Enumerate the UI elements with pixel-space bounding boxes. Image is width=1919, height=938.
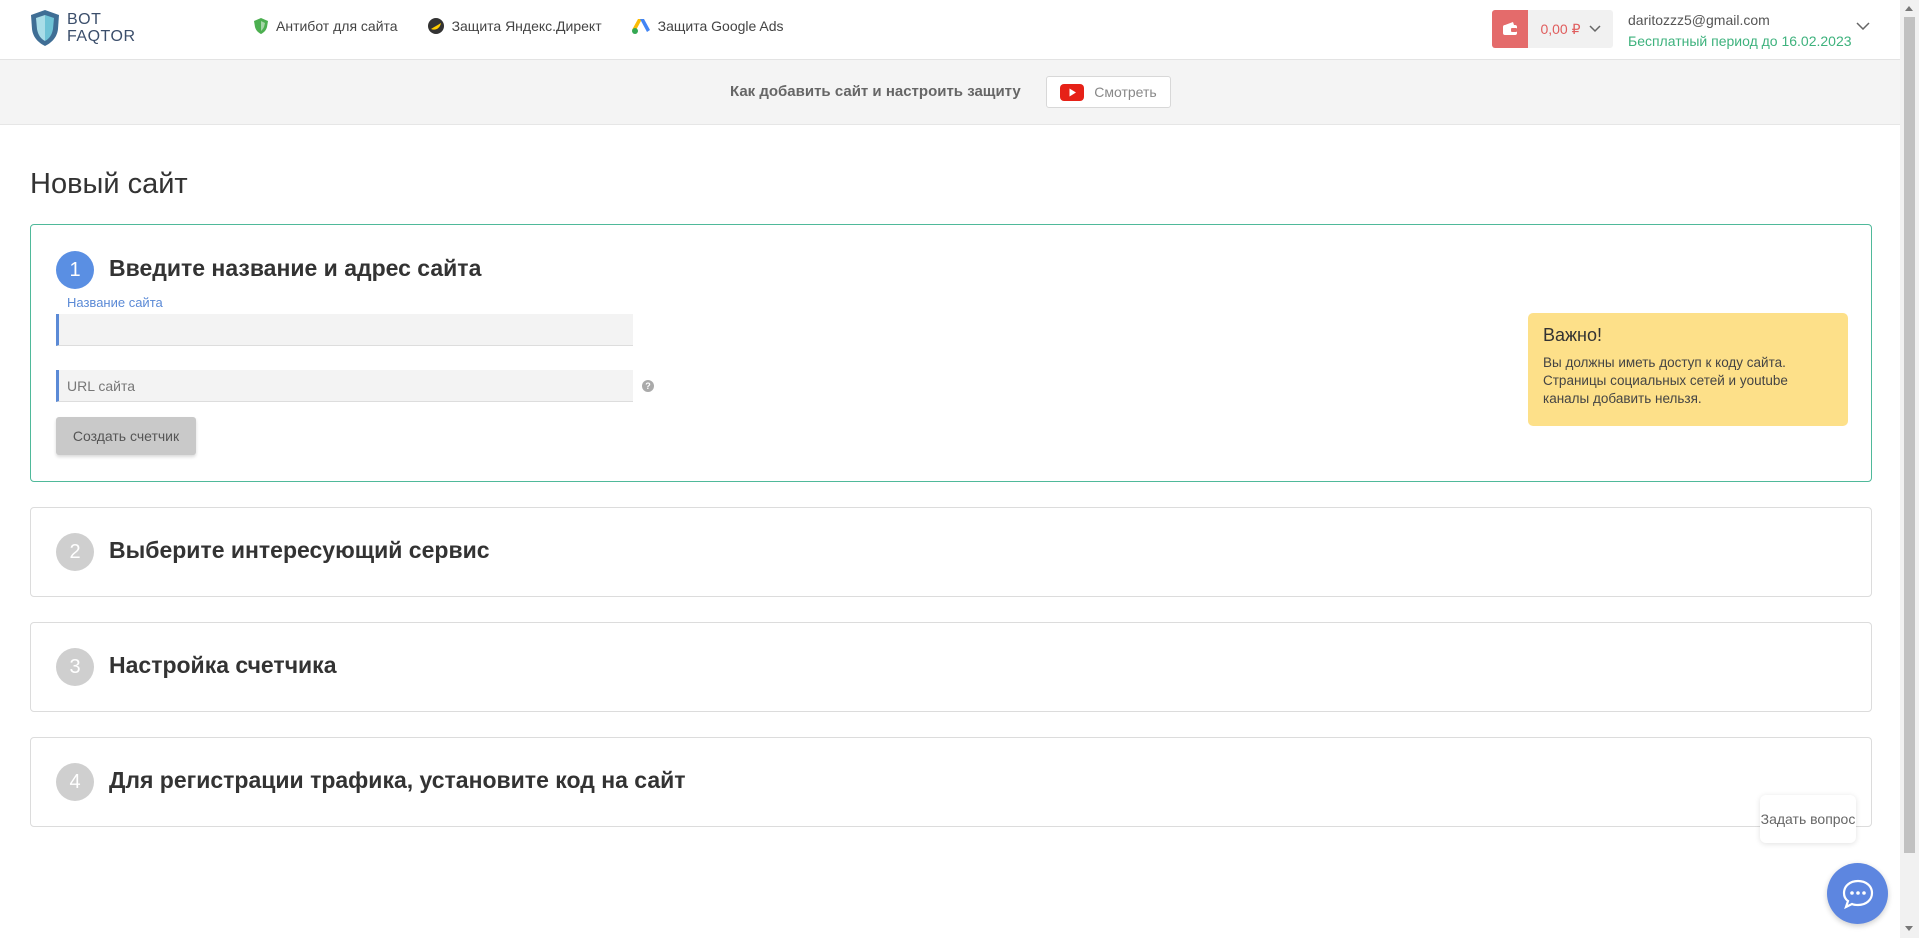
scroll-down-arrow[interactable]: [1905, 926, 1913, 931]
page-title: Новый сайт: [30, 168, 188, 200]
top-header: BOT FAQTOR Антибот для сайта Защита Янде…: [0, 0, 1900, 60]
step-4-title: Для регистрации трафика, установите код …: [109, 767, 686, 793]
logo-line2: FAQTOR: [67, 28, 136, 45]
site-url-input[interactable]: [56, 370, 633, 402]
account-email: daritozzz5@gmail.com: [1628, 12, 1770, 28]
chevron-down-icon: [1588, 25, 1601, 33]
page-scrollbar[interactable]: [1900, 0, 1919, 938]
step-2-card[interactable]: 2 Выберите интересующий сервис: [30, 507, 1872, 597]
step-3-number: 3: [56, 648, 94, 686]
banner-text: Как добавить сайт и настроить защиту: [730, 83, 1021, 100]
watch-video-label: Смотреть: [1094, 84, 1157, 100]
nav-yandex-direct[interactable]: Защита Яндекс.Директ: [427, 18, 602, 34]
step-4-number: 4: [56, 763, 94, 801]
nav-antibot-label: Антибот для сайта: [276, 18, 398, 34]
site-name-input[interactable]: [56, 314, 633, 346]
chat-button[interactable]: [1827, 863, 1888, 924]
yandex-direct-icon: [427, 18, 444, 34]
step-3-title: Настройка счетчика: [109, 652, 337, 678]
step-1-number: 1: [56, 251, 94, 289]
step-3-card[interactable]: 3 Настройка счетчика: [30, 622, 1872, 712]
google-ads-icon: [631, 19, 650, 34]
important-notice: Важно! Вы должны иметь доступ к коду сай…: [1528, 313, 1848, 426]
watch-video-button[interactable]: Смотреть: [1046, 76, 1171, 108]
create-counter-button[interactable]: Создать счетчик: [56, 417, 196, 455]
chevron-down-icon[interactable]: [1856, 22, 1870, 30]
logo-line1: BOT: [67, 11, 102, 28]
site-name-label: Название сайта: [67, 295, 163, 310]
nav-google-label: Защита Google Ads: [657, 18, 784, 34]
ask-question-bubble[interactable]: Задать вопрос: [1760, 795, 1856, 843]
important-title: Важно!: [1543, 325, 1603, 345]
balance-value: 0,00 ₽: [1540, 20, 1581, 37]
step-4-card[interactable]: 4 Для регистрации трафика, установите ко…: [30, 737, 1872, 827]
scroll-up-arrow[interactable]: [1905, 6, 1913, 11]
help-icon[interactable]: ?: [642, 380, 654, 392]
step-1-title: Введите название и адрес сайта: [109, 255, 482, 281]
main-nav: Антибот для сайта Защита Яндекс.Директ З…: [254, 18, 784, 34]
step-1-card: 1 Введите название и адрес сайта Названи…: [30, 224, 1872, 482]
account-menu[interactable]: daritozzz5@gmail.com Бесплатный период д…: [1628, 12, 1852, 49]
nav-antibot[interactable]: Антибот для сайта: [254, 18, 398, 34]
important-text: Вы должны иметь доступ к коду сайта. Стр…: [1543, 355, 1788, 406]
wallet-balance[interactable]: 0,00 ₽: [1528, 10, 1613, 48]
chat-icon: [1842, 879, 1873, 909]
logo-shield-icon: [31, 10, 59, 46]
help-banner: Как добавить сайт и настроить защиту Смо…: [0, 60, 1900, 125]
trial-period: Бесплатный период до 16.02.2023: [1628, 33, 1852, 49]
youtube-icon: [1060, 83, 1085, 101]
nav-google-ads[interactable]: Защита Google Ads: [631, 18, 784, 34]
step-2-number: 2: [56, 533, 94, 571]
nav-yandex-label: Защита Яндекс.Директ: [451, 18, 602, 34]
step-2-title: Выберите интересующий сервис: [109, 537, 490, 563]
scroll-thumb[interactable]: [1904, 17, 1915, 853]
logo[interactable]: BOT FAQTOR: [29, 9, 136, 47]
wallet-icon: [1492, 10, 1528, 48]
shield-icon: [254, 18, 268, 34]
wallet[interactable]: 0,00 ₽: [1492, 10, 1613, 48]
